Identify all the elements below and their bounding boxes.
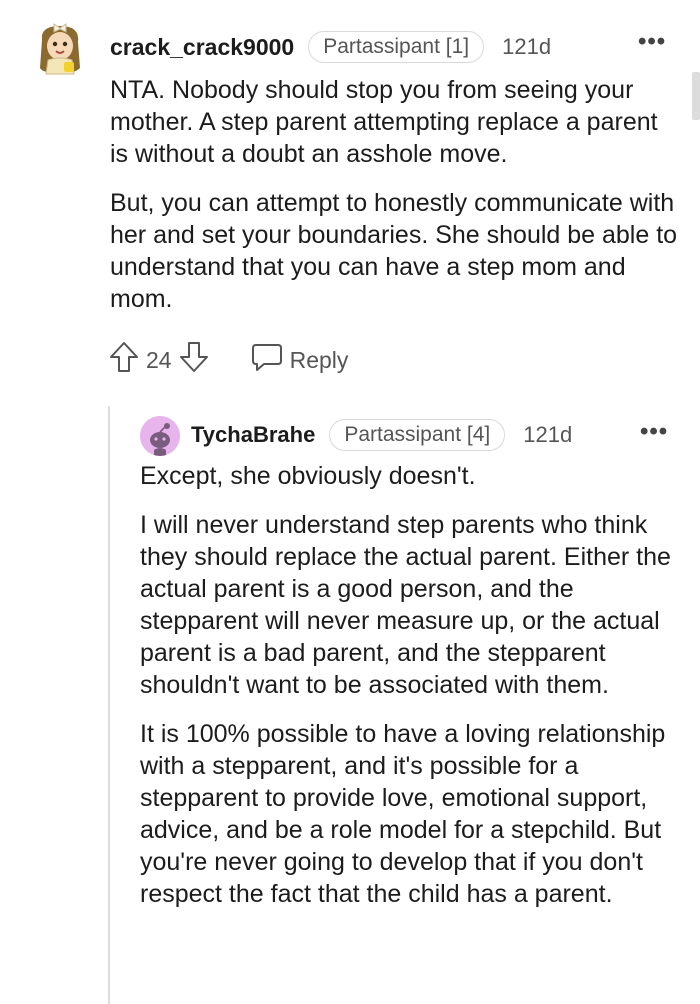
speech-bubble-icon [250,342,290,378]
username[interactable]: crack_crack9000 [110,34,294,61]
vote-count: 24 [146,346,172,373]
snoo-avatar-icon[interactable] [140,416,180,456]
upvote-arrow-icon[interactable] [108,340,140,380]
comment-body: NTA. Nobody should stop you from seeing … [110,74,680,332]
comment-meta: crack_crack9000 Partassipant [1] 121d [110,30,551,64]
comment-paragraph: It is 100% possible to have a loving rel… [140,720,666,908]
comment-paragraph: I will never understand step parents who… [140,511,671,699]
comment-age: 121d [523,422,573,447]
user-flair: Partassipant [1] [308,31,485,63]
comment-body: Except, she obviously doesn't. I will ne… [140,460,685,927]
comment-paragraph: But, you can attempt to honestly communi… [110,189,678,313]
comment-paragraph: Except, she obviously doesn't. [140,462,476,490]
comment: crack_crack9000 Partassipant [1] 121d ••… [0,0,700,400]
username[interactable]: TychaBrahe [191,422,315,448]
comment-paragraph: NTA. Nobody should stop you from seeing … [110,76,658,168]
reply-button[interactable]: Reply [250,342,349,378]
comment-age: 121d [502,34,552,59]
reply-label: Reply [289,346,349,373]
user-flair: Partassipant [4] [329,419,506,451]
downvote-arrow-icon[interactable] [178,340,210,380]
comment-meta: TychaBrahe Partassipant [4] 121d [191,418,572,452]
comment-reply: TychaBrahe Partassipant [4] 121d ••• Exc… [0,400,700,1004]
comment-actions: 24 Reply [108,342,348,378]
more-options-icon[interactable]: ••• [638,28,666,56]
more-options-icon[interactable]: ••• [640,418,668,446]
cartoon-girl-avatar-icon[interactable] [34,20,86,76]
